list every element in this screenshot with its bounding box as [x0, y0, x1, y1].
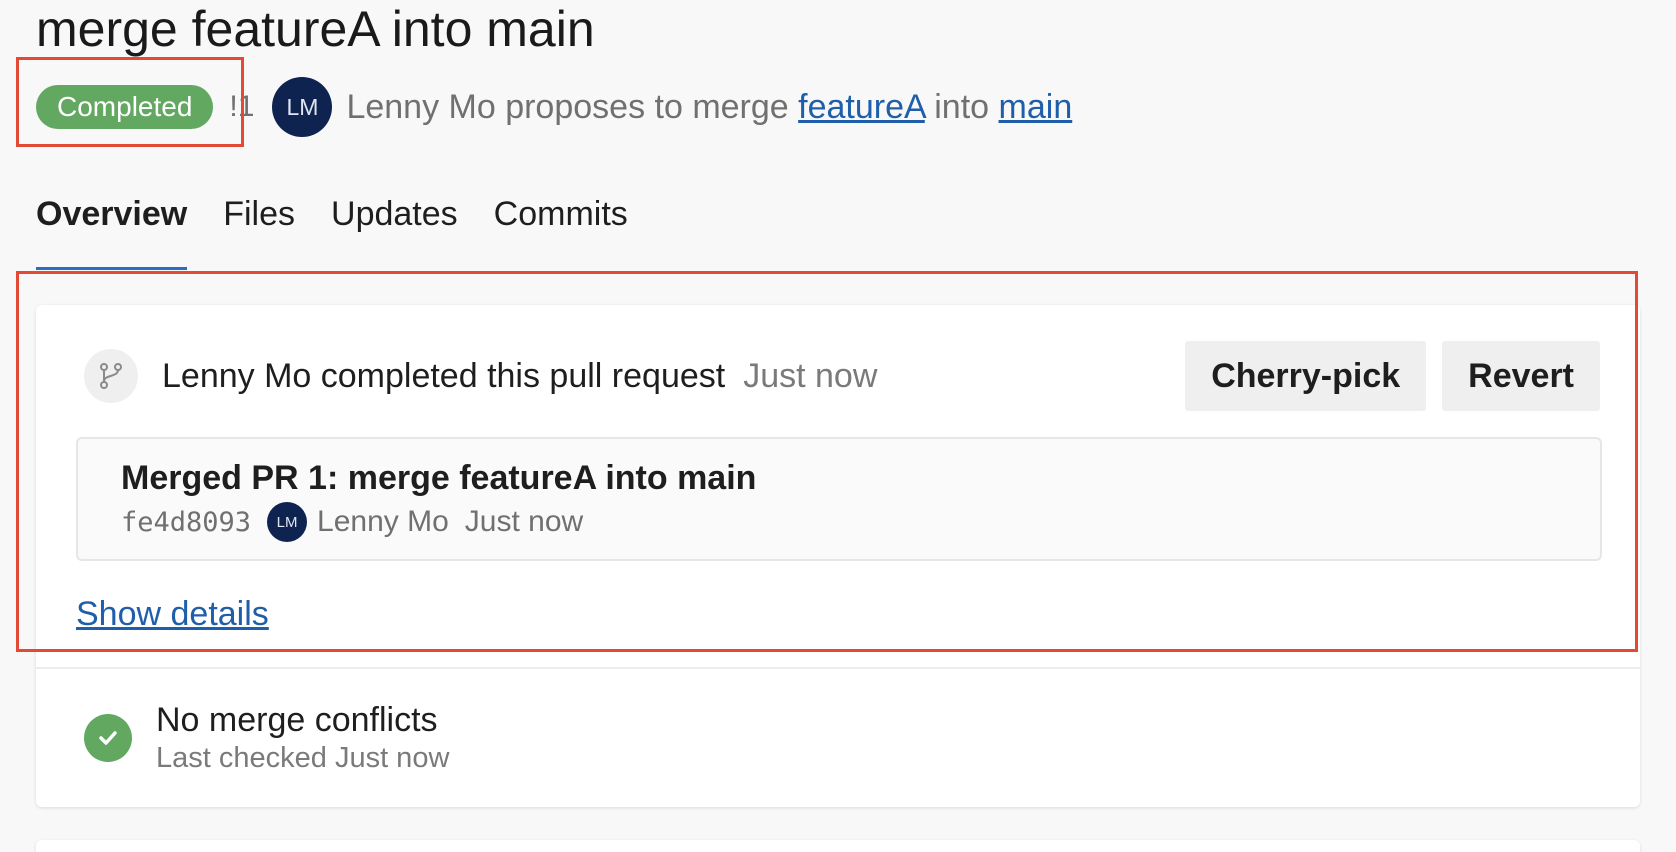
pr-proposal-text: Lenny Mo proposes to merge featureA into…	[346, 88, 1072, 127]
overview-card: Lenny Mo completed this pull request Jus…	[36, 305, 1640, 807]
event-time: Just now	[743, 356, 878, 395]
tab-overview[interactable]: Overview	[36, 184, 188, 270]
avatar[interactable]: LM	[272, 77, 333, 137]
cherry-pick-button[interactable]: Cherry-pick	[1185, 341, 1427, 411]
branch-merge-icon	[84, 349, 138, 403]
into-word: into	[934, 87, 990, 126]
conflicts-title: No merge conflicts	[156, 701, 438, 739]
pr-meta-row: Completed !1 LM Lenny Mo proposes to mer…	[36, 76, 1072, 138]
pr-id: !1	[229, 90, 255, 123]
commit-author: Lenny Mo	[317, 505, 449, 538]
proposal-prefix: Lenny Mo proposes to merge	[346, 87, 789, 126]
page-title: merge featureA into main	[36, 1, 595, 57]
commit-author-avatar[interactable]: LM	[267, 502, 308, 542]
conflicts-subtitle: Last checked Just now	[156, 742, 450, 774]
next-card	[36, 840, 1640, 852]
status-badge: Completed	[36, 85, 214, 129]
check-circle-icon	[84, 714, 132, 762]
commit-meta: fe4d8093 LM Lenny Mo Just now	[121, 502, 583, 542]
commit-title[interactable]: Merged PR 1: merge featureA into main	[121, 459, 756, 498]
source-branch-link[interactable]: featureA	[798, 88, 925, 126]
commit-hash[interactable]: fe4d8093	[121, 507, 251, 538]
commit-time: Just now	[464, 505, 584, 538]
target-branch-link[interactable]: main	[999, 88, 1073, 126]
completion-event: Lenny Mo completed this pull request Jus…	[84, 341, 1600, 411]
tab-updates[interactable]: Updates	[331, 184, 458, 270]
merge-conflicts-status: No merge conflicts Last checked Just now	[84, 700, 449, 776]
pr-tabs: Overview Files Updates Commits	[36, 184, 664, 270]
merge-commit-box: Merged PR 1: merge featureA into main fe…	[76, 437, 1602, 561]
show-details-link[interactable]: Show details	[76, 595, 269, 634]
tab-files[interactable]: Files	[223, 184, 295, 270]
pull-request-page: merge featureA into main Completed !1 LM…	[0, 0, 1676, 852]
divider	[36, 667, 1640, 669]
tab-commits[interactable]: Commits	[494, 184, 628, 270]
revert-button[interactable]: Revert	[1442, 341, 1600, 411]
event-text: Lenny Mo completed this pull request	[162, 356, 726, 395]
